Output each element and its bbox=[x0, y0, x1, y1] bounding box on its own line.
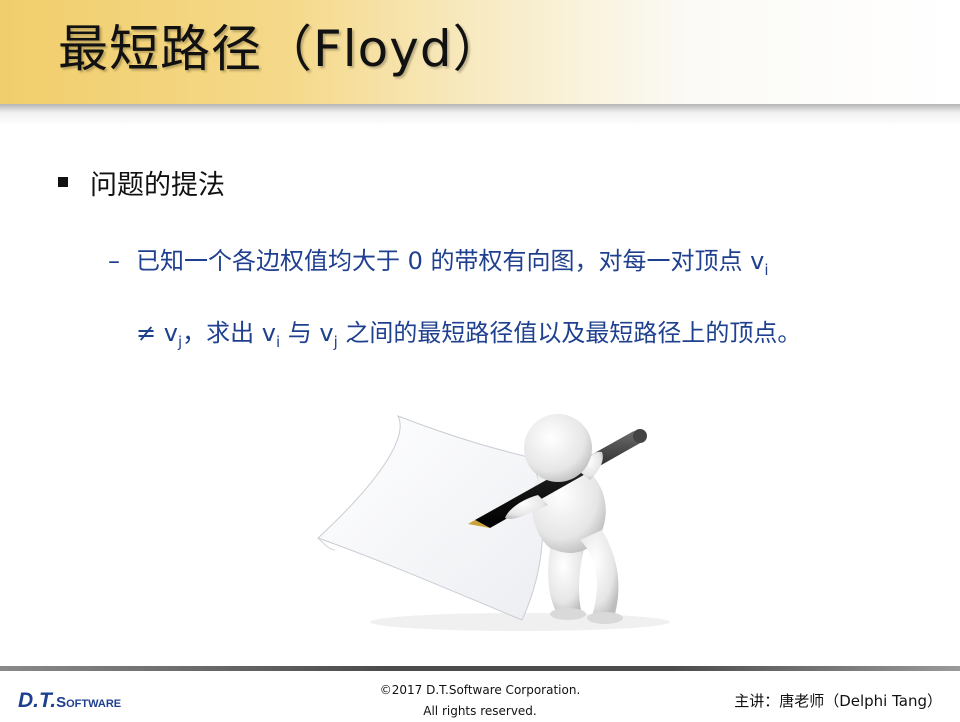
figure-head bbox=[524, 414, 592, 482]
dash-bullet-icon: – bbox=[108, 247, 120, 275]
writing-figure-illustration bbox=[317, 414, 670, 631]
bullet-item-2-text-1: 已知一个各边权值均大于 0 的带权有向图，对每一对顶点 v bbox=[136, 247, 765, 275]
bullet-item-2-text-2c: 与 v bbox=[280, 319, 334, 347]
logo-dt-text: D.T. bbox=[18, 689, 57, 712]
subscript-i: i bbox=[764, 261, 769, 279]
square-bullet-icon bbox=[58, 177, 68, 187]
figure-leg-front bbox=[580, 530, 619, 618]
slide-title: 最短路径（Floyd） bbox=[58, 20, 504, 78]
logo-software-text: Software bbox=[56, 694, 122, 711]
copyright-notice: ©2017 D.T.Software Corporation. All righ… bbox=[330, 680, 630, 722]
bullet-item-1-text: 问题的提法 bbox=[90, 169, 225, 201]
bullet-item-1: 问题的提法 bbox=[58, 162, 225, 202]
bullet-item-2: – 已知一个各边权值均大于 0 的带权有向图，对每一对顶点 vi ≠ vj，求出 … bbox=[108, 243, 938, 351]
footer-divider bbox=[0, 666, 960, 671]
copyright-line-1: ©2017 D.T.Software Corporation. bbox=[379, 683, 581, 697]
bullet-item-2-text-2a: ≠ v bbox=[136, 319, 178, 347]
dt-software-logo: D.T.Software bbox=[18, 689, 121, 713]
bullet-item-2-text-2b: ，求出 v bbox=[182, 319, 276, 347]
lecturer-credit: 主讲：唐老师（Delphi Tang） bbox=[734, 692, 942, 710]
title-band: 最短路径（Floyd） bbox=[0, 0, 960, 126]
bullet-item-2-line1: – 已知一个各边权值均大于 0 的带权有向图，对每一对顶点 vi bbox=[108, 243, 938, 279]
bullet-item-2-line2: ≠ vj，求出 vi 与 vj 之间的最短路径值以及最短路径上的顶点。 bbox=[136, 315, 938, 351]
copyright-line-2: All rights reserved. bbox=[423, 704, 537, 718]
bullet-item-2-text-2d: 之间的最短路径值以及最短路径上的顶点。 bbox=[337, 319, 802, 347]
